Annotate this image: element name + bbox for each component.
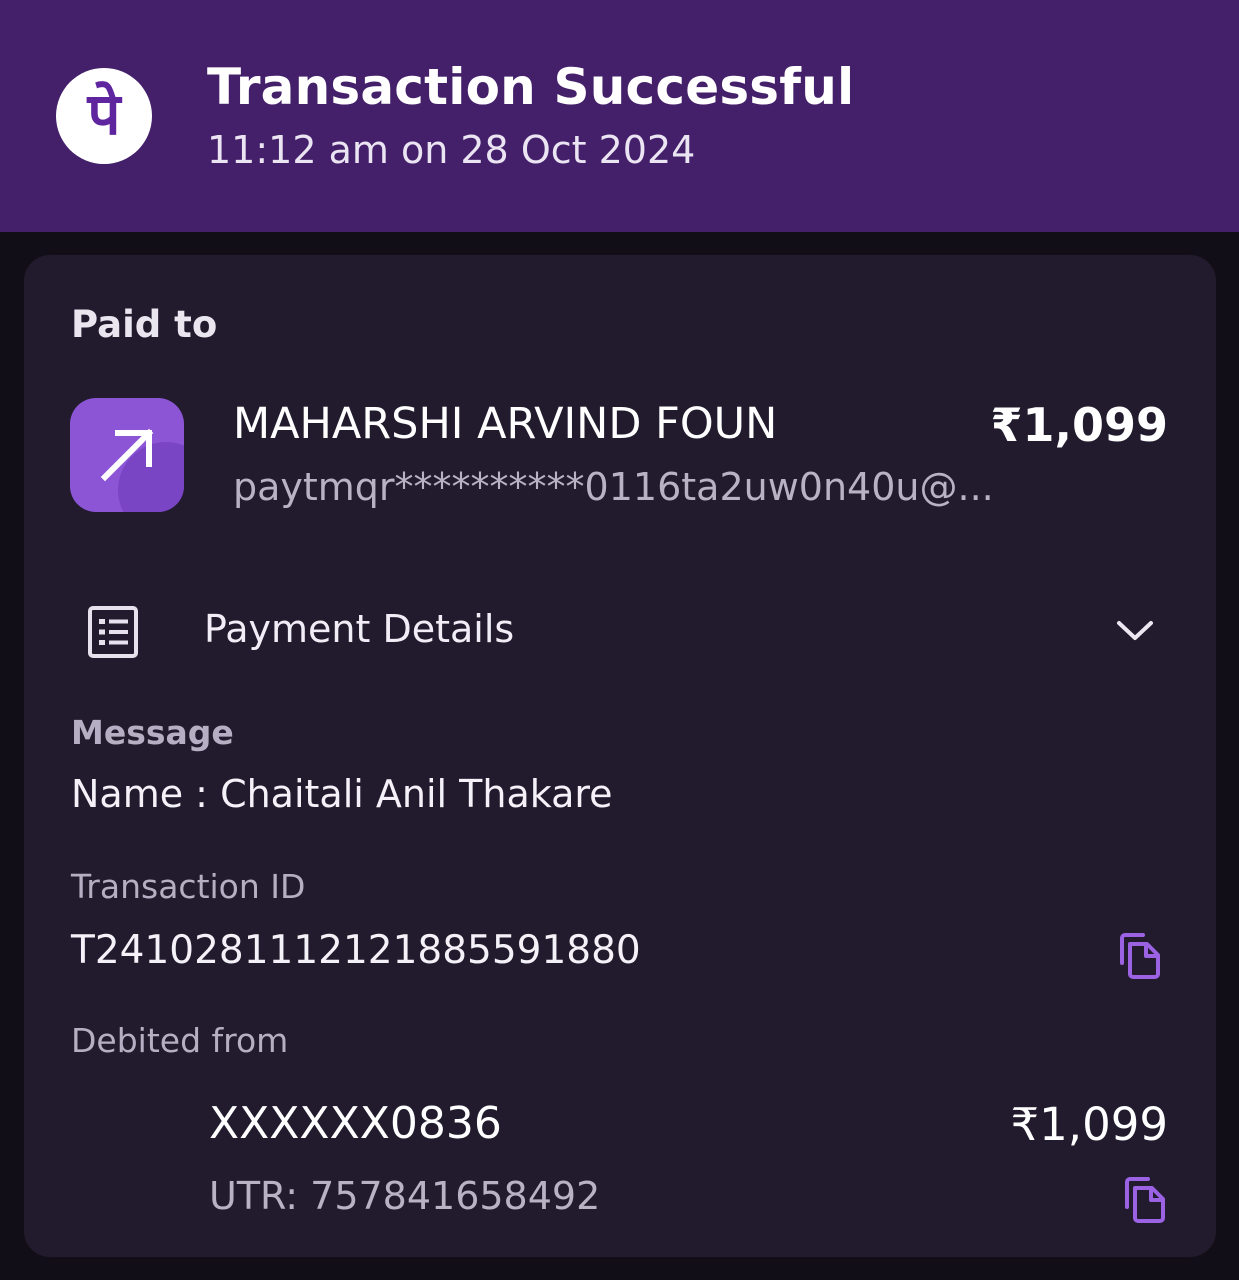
header-bar: पे Transaction Successful 11:12 am on 28…	[0, 0, 1239, 232]
page-title: Transaction Successful	[207, 58, 855, 116]
chevron-down-icon[interactable]	[1114, 615, 1156, 645]
debited-from-label: Debited from	[71, 1021, 289, 1060]
arrow-up-right-icon	[70, 398, 184, 512]
transaction-id-label: Transaction ID	[71, 867, 306, 906]
debit-account-number: XXXXXX0836	[209, 1098, 502, 1149]
transaction-id-value: T2410281112121885591880	[71, 928, 641, 973]
copy-icon[interactable]	[1121, 1175, 1167, 1225]
transaction-timestamp: 11:12 am on 28 Oct 2024	[207, 128, 696, 172]
message-value: Name : Chaitali Anil Thakare	[71, 772, 613, 816]
receipt-list-icon	[88, 606, 138, 658]
copy-icon[interactable]	[1116, 931, 1162, 981]
logo-glyph: पे	[87, 80, 121, 148]
merchant-upi-id: paytmqr**********0116ta2uw0n40u@...	[233, 465, 994, 509]
merchant-name: MAHARSHI ARVIND FOUN	[233, 399, 778, 449]
transaction-card: Paid to MAHARSHI ARVIND FOUN paytmqr****…	[24, 255, 1216, 1257]
payment-details-toggle[interactable]: Payment Details	[204, 607, 514, 651]
debit-amount: ₹1,099	[1010, 1098, 1168, 1151]
message-label: Message	[71, 713, 234, 752]
paid-to-label: Paid to	[71, 303, 218, 346]
utr-number: UTR: 757841658492	[209, 1174, 601, 1218]
paid-amount: ₹1,099	[990, 398, 1168, 452]
phonepe-logo: पे	[56, 68, 152, 164]
